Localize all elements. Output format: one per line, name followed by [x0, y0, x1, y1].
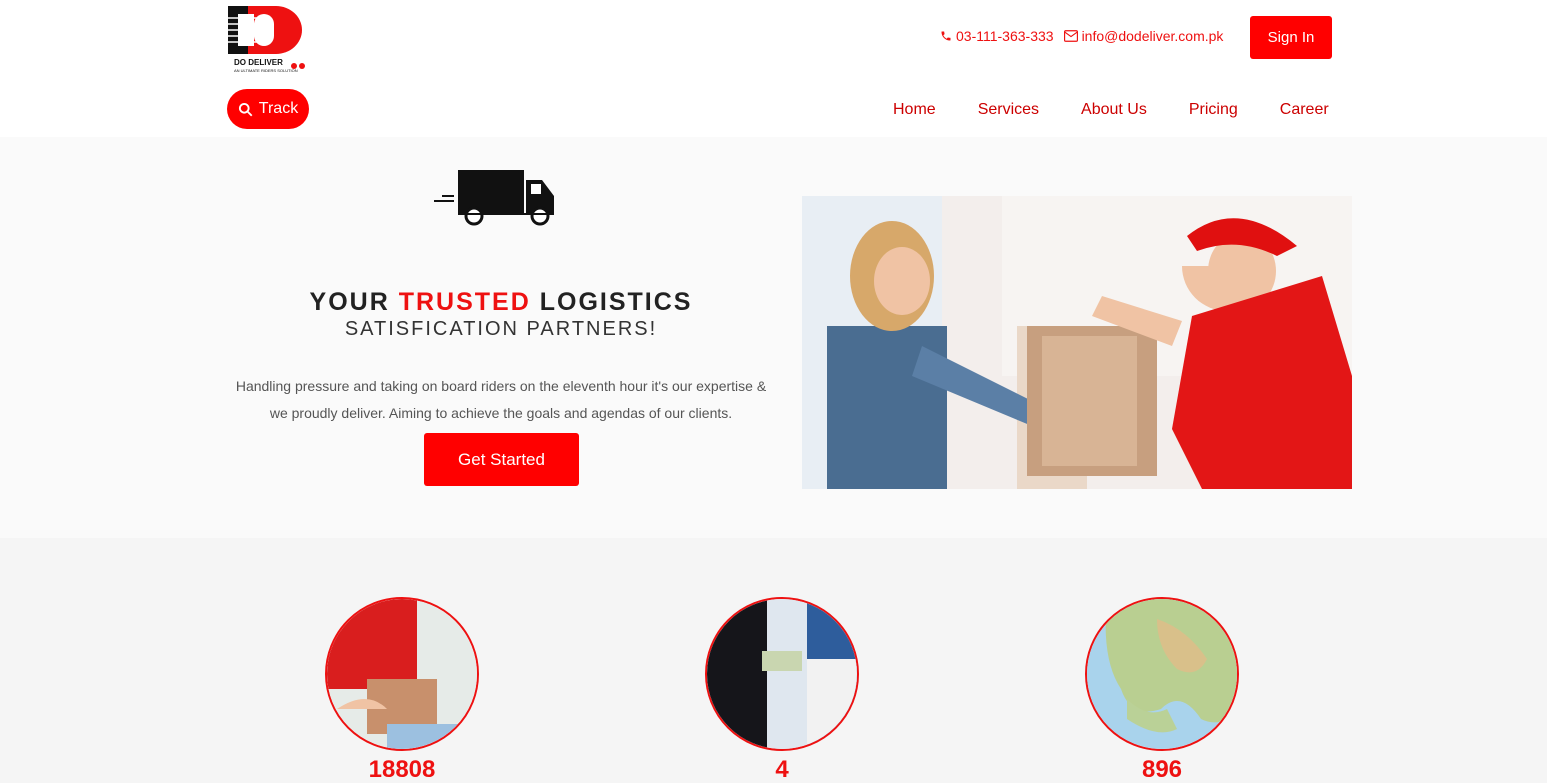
- hero-description: Handling pressure and taking on board ri…: [235, 378, 767, 421]
- nav-pricing[interactable]: Pricing: [1189, 101, 1238, 119]
- logo-text: DO DELIVER: [234, 58, 283, 67]
- hero-delivery-photo: [802, 196, 1352, 489]
- envelope-icon: [1063, 30, 1078, 42]
- logo-tagline: AN ULTIMATE RIDERS SOLUTION: [234, 68, 298, 73]
- main-nav: Home Services About Us Pricing Career: [893, 101, 1329, 119]
- phone-number: 03-111-363-333: [956, 28, 1054, 44]
- nav-about-us[interactable]: About Us: [1081, 101, 1147, 119]
- email-contact[interactable]: info@dodeliver.com.pk: [1063, 28, 1224, 44]
- headline-part-2: LOGISTICS: [530, 288, 693, 316]
- stat-value-1: 18808: [368, 756, 436, 783]
- hero-subheading: SATISFICATION PARTNERS!: [344, 318, 658, 340]
- phone-icon: [941, 31, 951, 41]
- email-address: info@dodeliver.com.pk: [1081, 28, 1224, 44]
- map-photo: [1087, 599, 1237, 749]
- stat-image-deliveries: [325, 597, 479, 751]
- stat-image-payment: [705, 597, 859, 751]
- track-button[interactable]: Track: [227, 89, 309, 129]
- phone-contact[interactable]: 03-111-363-333: [940, 28, 1054, 44]
- contact-info: 03-111-363-333 info@dodeliver.com.pk: [940, 28, 1223, 44]
- nav-home[interactable]: Home: [893, 101, 936, 119]
- nav-services[interactable]: Services: [978, 101, 1039, 119]
- hero-headline: YOUR TRUSTED LOGISTICS: [230, 288, 772, 317]
- search-icon: [238, 102, 253, 116]
- site-header: DO DELIVER AN ULTIMATE RIDERS SOLUTION 0…: [0, 0, 1547, 137]
- get-started-button[interactable]: Get Started: [424, 433, 579, 486]
- stat-value-2: 4: [775, 756, 789, 783]
- brand-logo[interactable]: DO DELIVER AN ULTIMATE RIDERS SOLUTION: [226, 4, 308, 74]
- truck-icon: [434, 170, 554, 226]
- headline-highlight: TRUSTED: [398, 288, 531, 316]
- headline-part-1: YOUR: [309, 288, 399, 316]
- delivery-photo: [327, 599, 477, 749]
- track-label: Track: [258, 100, 299, 117]
- stat-value-3: 896: [1141, 756, 1183, 783]
- nav-career[interactable]: Career: [1280, 101, 1329, 119]
- payment-photo: [707, 599, 857, 749]
- sign-in-button[interactable]: Sign In: [1250, 16, 1332, 59]
- stat-image-map: [1085, 597, 1239, 751]
